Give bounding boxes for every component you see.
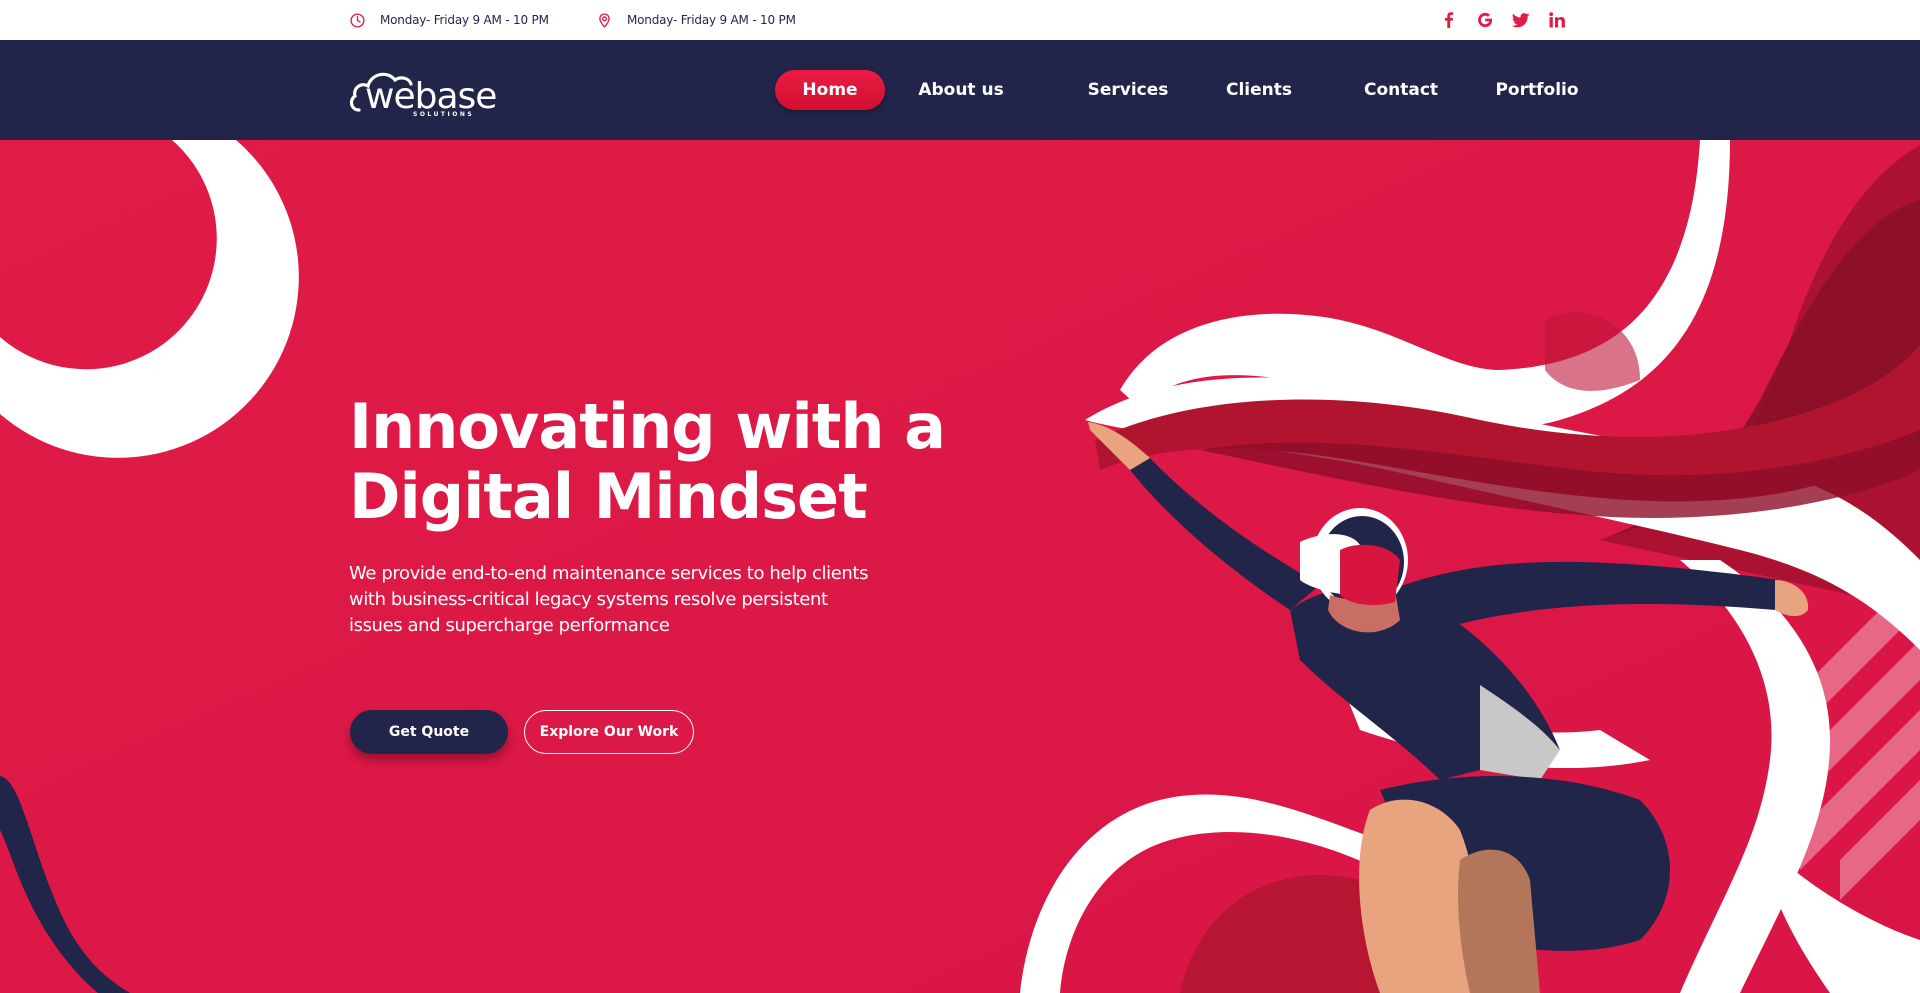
location-info: Monday- Friday 9 AM - 10 PM — [596, 0, 796, 40]
hours-text: Monday- Friday 9 AM - 10 PM — [380, 13, 549, 27]
social-links — [1438, 0, 1568, 40]
facebook-icon[interactable] — [1438, 9, 1460, 31]
nav-services[interactable]: Services — [1087, 70, 1169, 110]
top-info-bar: Monday- Friday 9 AM - 10 PM Monday- Frid… — [0, 0, 1920, 40]
logo-tagline: SOLUTIONS — [413, 111, 475, 118]
get-quote-button[interactable]: Get Quote — [350, 710, 508, 754]
nav-clients[interactable]: Clients — [1223, 70, 1295, 110]
nav-home[interactable]: Home — [775, 70, 885, 110]
explore-work-button[interactable]: Explore Our Work — [524, 710, 694, 754]
business-hours: Monday- Friday 9 AM - 10 PM — [349, 0, 549, 40]
hero-background-art — [0, 140, 1920, 993]
nav-portfolio[interactable]: Portfolio — [1495, 70, 1578, 110]
clock-icon — [350, 12, 365, 28]
nav-contact[interactable]: Contact — [1363, 70, 1439, 110]
hero-title-line-2: Digital Mindset — [349, 460, 868, 533]
map-pin-icon — [599, 12, 610, 28]
hero-section: Innovating with a Digital Mindset We pro… — [0, 140, 1920, 993]
twitter-icon[interactable] — [1510, 9, 1532, 31]
hero-title: Innovating with a Digital Mindset — [349, 392, 949, 532]
hero-title-line-1: Innovating with a — [349, 390, 946, 463]
linkedin-icon[interactable] — [1546, 9, 1568, 31]
google-icon[interactable] — [1474, 9, 1496, 31]
location-text: Monday- Friday 9 AM - 10 PM — [627, 13, 796, 27]
nav-about-us[interactable]: About us — [915, 70, 1007, 110]
site-logo[interactable]: webase SOLUTIONS — [349, 62, 499, 120]
main-navbar: webase SOLUTIONS Home About us Services … — [0, 40, 1920, 140]
hero-description: We provide end-to-end maintenance servic… — [349, 563, 869, 636]
